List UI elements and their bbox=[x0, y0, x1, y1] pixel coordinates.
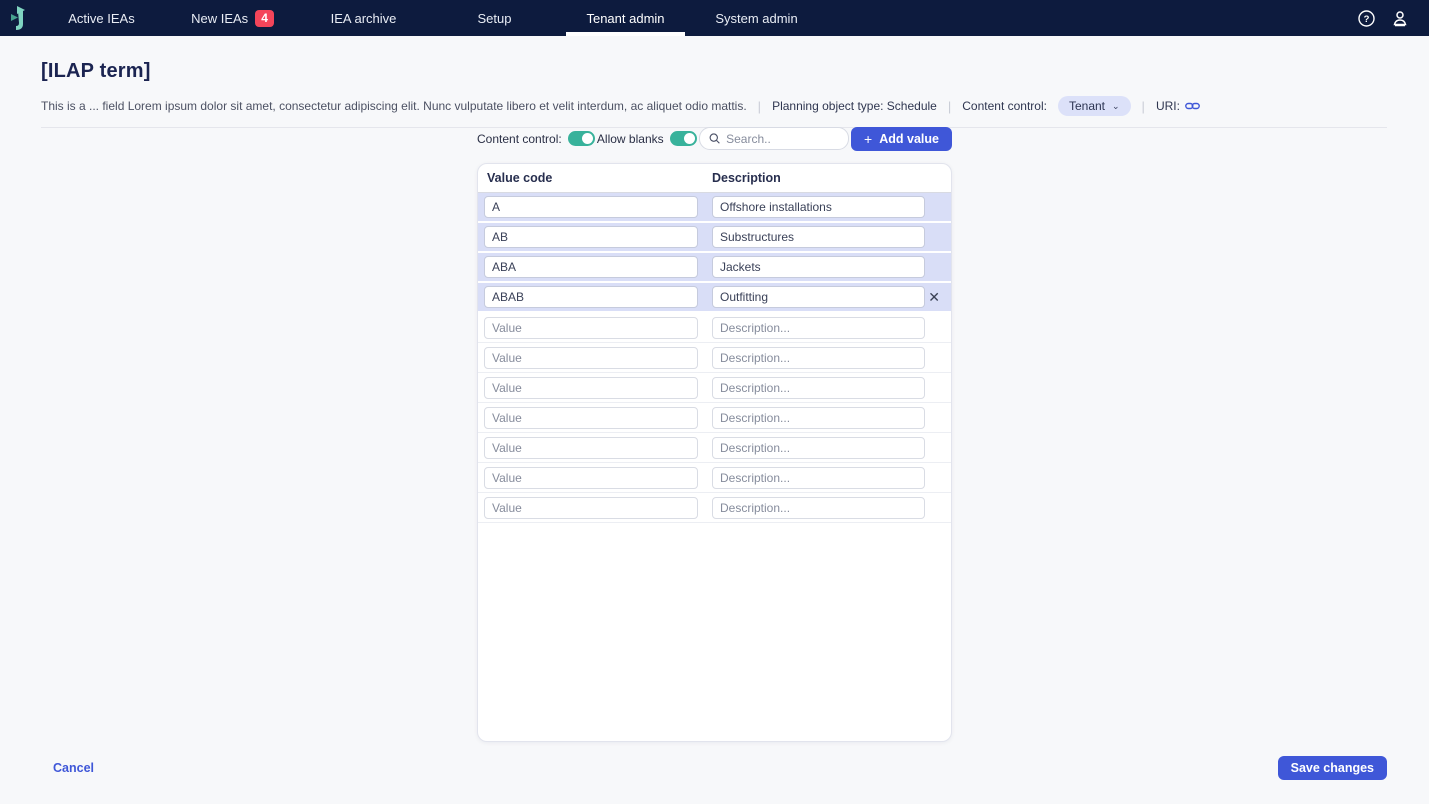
table-row-empty bbox=[478, 433, 951, 463]
uri-label: URI: bbox=[1155, 99, 1180, 113]
description-input[interactable] bbox=[712, 466, 925, 489]
save-changes-button[interactable]: Save changes bbox=[1277, 756, 1387, 780]
help-icon[interactable]: ? bbox=[1357, 9, 1375, 27]
term-description: This is a ... field Lorem ipsum dolor si… bbox=[41, 99, 747, 113]
table-row-empty bbox=[478, 373, 951, 403]
nav-tab-label: Tenant admin bbox=[586, 10, 665, 26]
content-control-value: Tenant bbox=[1068, 99, 1105, 113]
allow-blanks-toggle[interactable] bbox=[669, 131, 697, 146]
description-input[interactable] bbox=[712, 346, 925, 369]
page-title: [ILAP term] bbox=[41, 60, 151, 82]
search-input[interactable] bbox=[726, 131, 839, 146]
uri-field: URI: bbox=[1156, 99, 1200, 113]
meta-separator: | bbox=[1141, 98, 1145, 114]
nav-tabs: Active IEAs New IEAs 4 IEA archive Setup… bbox=[36, 0, 822, 36]
meta-separator: | bbox=[947, 98, 952, 114]
content-control-label: Content control: bbox=[962, 99, 1047, 113]
top-navigation-bar: Active IEAs New IEAs 4 IEA archive Setup… bbox=[0, 0, 1429, 36]
planning-object-type: Planning object type: Schedule bbox=[772, 99, 937, 113]
table-row-empty bbox=[478, 403, 951, 433]
table-row-empty bbox=[478, 313, 951, 343]
nav-right-actions: ? bbox=[1357, 9, 1429, 27]
search-icon bbox=[709, 133, 720, 144]
value-code-input[interactable] bbox=[484, 496, 698, 519]
content-control-toggle-label: Content control: bbox=[477, 131, 562, 146]
remove-row-button[interactable]: ✕ bbox=[926, 288, 942, 306]
svg-text:?: ? bbox=[1363, 14, 1369, 25]
description-input[interactable] bbox=[712, 436, 925, 459]
search-box bbox=[698, 127, 849, 150]
user-account-icon[interactable] bbox=[1391, 9, 1409, 27]
meta-separator: | bbox=[757, 98, 762, 114]
table-row bbox=[478, 193, 951, 221]
value-code-input[interactable] bbox=[484, 316, 698, 339]
chevron-down-icon: ⌄ bbox=[1112, 100, 1120, 111]
cancel-button[interactable]: Cancel bbox=[53, 761, 94, 775]
table-row-empty bbox=[478, 343, 951, 373]
value-code-input[interactable] bbox=[484, 346, 698, 369]
link-icon[interactable] bbox=[1185, 100, 1200, 112]
description-input[interactable] bbox=[712, 256, 925, 278]
value-code-input[interactable] bbox=[484, 406, 698, 429]
table-row bbox=[478, 253, 951, 281]
table-row bbox=[478, 223, 951, 251]
table-row: ✕ bbox=[478, 283, 951, 311]
content-control-dropdown[interactable]: Tenant ⌄ bbox=[1057, 96, 1131, 116]
value-code-input[interactable] bbox=[484, 376, 698, 399]
description-input[interactable] bbox=[712, 196, 925, 218]
description-input[interactable] bbox=[712, 406, 925, 429]
value-code-input[interactable] bbox=[484, 466, 698, 489]
close-icon: ✕ bbox=[928, 289, 940, 305]
nav-tab-system-admin[interactable]: System admin bbox=[691, 0, 822, 36]
plus-icon: + bbox=[864, 130, 873, 147]
table-header-row: Value code Description bbox=[478, 164, 951, 193]
description-input[interactable] bbox=[712, 226, 925, 248]
app-logo[interactable] bbox=[0, 5, 36, 31]
table-row-empty bbox=[478, 493, 951, 523]
allow-blanks-toggle-label: Allow blanks bbox=[596, 131, 664, 146]
nav-tab-label: Active IEAs bbox=[68, 10, 135, 26]
new-ieas-count-badge: 4 bbox=[255, 9, 274, 27]
nav-tab-active-ieas[interactable]: Active IEAs bbox=[36, 0, 167, 36]
allow-blanks-toggle-group: Allow blanks bbox=[597, 131, 697, 146]
value-code-input[interactable] bbox=[484, 286, 698, 308]
content-control-toggle-group: Content control: bbox=[477, 131, 595, 146]
column-header-description: Description bbox=[712, 171, 781, 185]
values-toolbar: Content control: Allow blanks + Add valu… bbox=[477, 126, 952, 151]
content-control-toggle[interactable] bbox=[567, 131, 595, 146]
description-input[interactable] bbox=[712, 376, 925, 399]
term-meta-row: This is a ... field Lorem ipsum dolor si… bbox=[41, 96, 1387, 116]
column-header-value-code: Value code bbox=[487, 171, 553, 185]
nav-tab-label: New IEAs bbox=[191, 10, 249, 26]
nav-tab-new-ieas[interactable]: New IEAs 4 bbox=[167, 0, 298, 36]
add-value-button[interactable]: + Add value bbox=[851, 126, 952, 151]
value-code-input[interactable] bbox=[484, 226, 698, 248]
value-code-input[interactable] bbox=[484, 256, 698, 278]
add-value-label: Add value bbox=[879, 131, 939, 146]
nav-tab-iea-archive[interactable]: IEA archive bbox=[298, 0, 429, 36]
table-row-empty bbox=[478, 463, 951, 493]
nav-tab-label: System admin bbox=[715, 10, 798, 26]
description-input[interactable] bbox=[712, 316, 925, 339]
nav-tab-label: Setup bbox=[477, 10, 512, 26]
nav-tab-label: IEA archive bbox=[330, 10, 397, 26]
nav-tab-tenant-admin[interactable]: Tenant admin bbox=[560, 0, 691, 36]
description-input[interactable] bbox=[712, 286, 925, 308]
term-values-table: Value code Description ✕ bbox=[477, 163, 952, 742]
nav-tab-setup[interactable]: Setup bbox=[429, 0, 560, 36]
value-code-input[interactable] bbox=[484, 436, 698, 459]
logo-icon bbox=[11, 6, 25, 30]
value-code-input[interactable] bbox=[484, 196, 698, 218]
description-input[interactable] bbox=[712, 496, 925, 519]
page-header: [ILAP term] This is a ... field Lorem ip… bbox=[0, 36, 1429, 128]
